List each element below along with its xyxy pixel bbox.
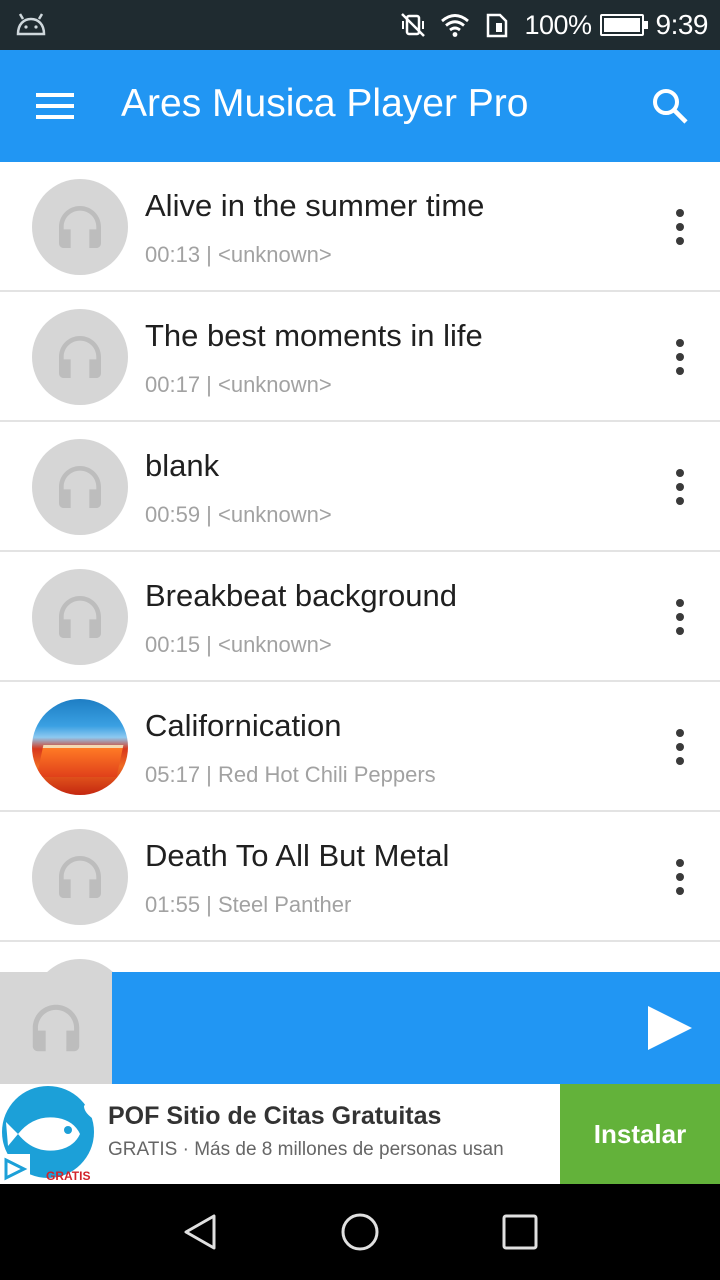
headphones-placeholder-icon [32,309,128,405]
more-vert-icon-dot [676,757,684,765]
more-vert-icon-dot [676,367,684,375]
more-options-button[interactable] [660,719,700,775]
headphones-icon [52,199,108,255]
menu-button[interactable] [20,74,92,138]
android-debug-icon [16,13,46,36]
clock: 9:39 [655,9,709,40]
song-title: Death To All But Metal [145,838,450,873]
ad-description: GRATIS · Más de 8 millones de personas u… [108,1139,504,1160]
song-item[interactable]: Breakbeat background 00:15 | <unknown> [0,552,720,682]
song-meta: 05:17 | Red Hot Chili Peppers [145,762,436,787]
song-title: blank [145,448,220,483]
album-cover [32,699,128,795]
song-item[interactable]: Californication 05:17 | Red Hot Chili Pe… [0,682,720,812]
headphones-icon [25,997,87,1059]
song-list: Alive in the summer time 00:13 | <unknow… [0,162,720,972]
sim-icon [487,13,508,38]
album-cover-pool [36,745,124,777]
search-icon [653,89,688,124]
ad-banner[interactable]: GRATIS POF Sitio de Citas Gratuitas GRAT… [0,1084,720,1184]
more-vert-icon-dot [676,469,684,477]
more-vert-icon-dot [676,237,684,245]
ad-title[interactable]: POF Sitio de Citas Gratuitas [108,1102,441,1131]
song-meta: 00:13 | <unknown> [145,242,332,267]
more-vert-icon-dot [676,873,684,881]
more-options-button[interactable] [660,459,700,515]
play-icon[interactable] [646,1004,694,1052]
battery-percent: 100% [524,9,592,40]
more-vert-icon-dot [676,743,684,751]
song-title: Breakbeat background [145,578,457,613]
song-item[interactable]: Alive in the summer time 00:13 | <unknow… [0,162,720,292]
app-bar: Ares Musica Player Pro [0,50,720,162]
song-title: Alive in the summer time [145,188,485,223]
more-vert-icon-dot [676,223,684,231]
headphones-placeholder-icon [32,569,128,665]
mute-vibrate-icon [401,13,426,37]
song-meta: 00:17 | <unknown> [145,372,332,397]
song-item-partial[interactable] [0,942,720,972]
more-vert-icon-dot [676,627,684,635]
more-vert-icon-dot [676,353,684,361]
headphones-icon [52,329,108,385]
home-icon[interactable] [338,1210,382,1254]
navigation-bar [0,1184,720,1280]
headphones-placeholder-icon [32,959,128,972]
song-item[interactable]: The best moments in life 00:17 | <unknow… [0,292,720,422]
app-title: Ares Musica Player Pro [121,82,529,125]
mini-player-art [0,972,112,1084]
battery-icon [599,14,648,36]
more-vert-icon-dot [676,613,684,621]
more-vert-icon-dot [676,209,684,217]
install-button[interactable]: Instalar [560,1084,720,1184]
song-meta: 01:55 | Steel Panther [145,892,352,917]
headphones-placeholder-icon [32,829,128,925]
more-vert-icon-dot [676,859,684,867]
headphones-icon [52,849,108,905]
song-meta: 00:15 | <unknown> [145,632,332,657]
ad-choices-icon[interactable] [0,1154,30,1184]
more-vert-icon-dot [676,599,684,607]
song-title: Californication [145,708,342,743]
more-vert-icon-dot [676,887,684,895]
more-options-button[interactable] [660,849,700,905]
headphones-icon [52,589,108,645]
headphones-icon [52,459,108,515]
song-item[interactable]: Death To All But Metal 01:55 | Steel Pan… [0,812,720,942]
back-icon[interactable] [178,1210,222,1254]
song-item[interactable]: blank 00:59 | <unknown> [0,422,720,552]
more-vert-icon-dot [676,497,684,505]
more-options-button[interactable] [660,199,700,255]
headphones-placeholder-icon [32,179,128,275]
more-options-button[interactable] [660,329,700,385]
status-right: 100% 9:39 [398,0,708,50]
search-button[interactable] [638,76,702,136]
headphones-placeholder-icon [32,439,128,535]
more-vert-icon-dot [676,339,684,347]
menu-icon [36,93,74,119]
status-bar: 100% 9:39 [0,0,720,50]
ad-logo-badge: GRATIS [46,1169,91,1183]
mini-player[interactable] [0,972,720,1084]
more-vert-icon-dot [676,729,684,737]
recents-icon[interactable] [498,1210,542,1254]
more-vert-icon-dot [676,483,684,491]
wifi-icon [441,14,470,37]
song-meta: 00:59 | <unknown> [145,502,332,527]
song-title: The best moments in life [145,318,483,353]
screen: 100% 9:39 Ares Musica Player Pro Alive i… [0,0,720,1280]
more-options-button[interactable] [660,589,700,645]
